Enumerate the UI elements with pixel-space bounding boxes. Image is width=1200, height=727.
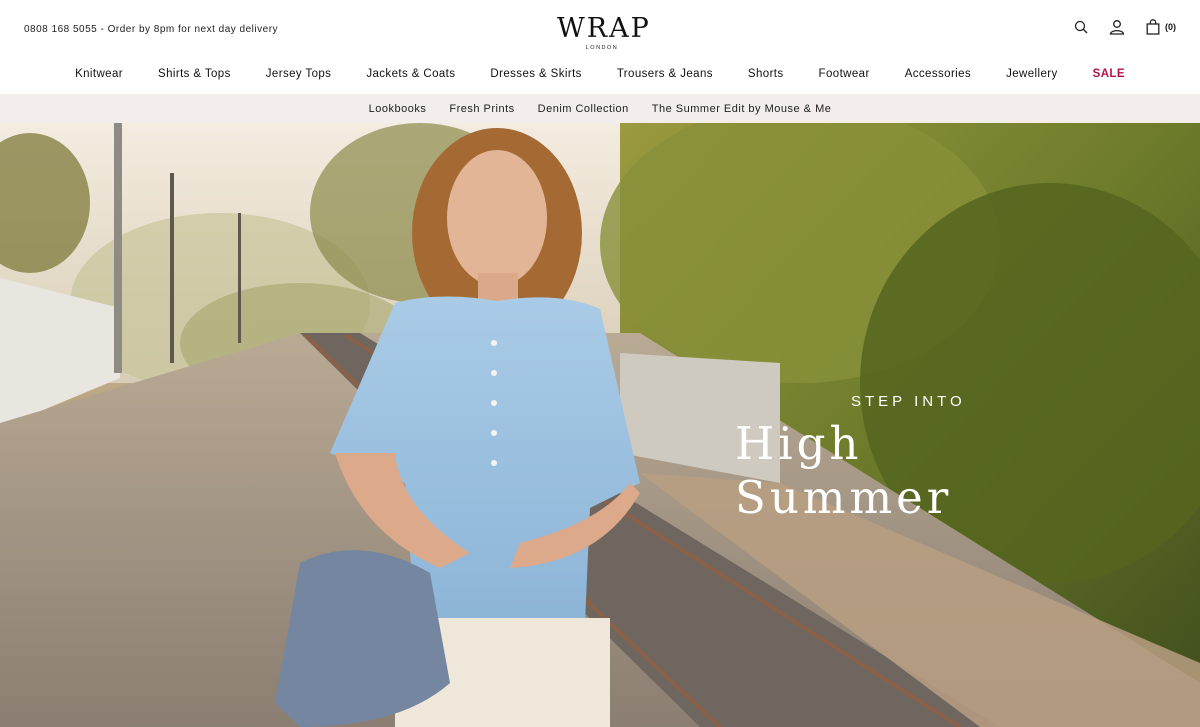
subnav-item-fresh-prints[interactable]: Fresh Prints	[449, 103, 514, 115]
nav-item-knitwear[interactable]: Knitwear	[58, 62, 141, 88]
nav-item-jackets-coats[interactable]: Jackets & Coats	[349, 62, 473, 88]
search-icon[interactable]	[1072, 18, 1090, 36]
main-navigation: Knitwear Shirts & Tops Jersey Tops Jacke…	[0, 62, 1200, 88]
promo-text: 0808 168 5055 - Order by 8pm for next da…	[24, 24, 279, 35]
nav-item-jewellery[interactable]: Jewellery	[989, 62, 1076, 88]
nav-item-shirts-tops[interactable]: Shirts & Tops	[141, 62, 249, 88]
bag-icon	[1144, 18, 1162, 36]
hero-text: STEP INTO High Summer	[735, 393, 1095, 525]
logo-subtitle: LONDON	[585, 45, 619, 51]
subnav-item-summer-edit[interactable]: The Summer Edit by Mouse & Me	[652, 103, 832, 115]
nav-item-footwear[interactable]: Footwear	[801, 62, 887, 88]
nav-item-jersey-tops[interactable]: Jersey Tops	[248, 62, 349, 88]
hero-banner[interactable]: STEP INTO High Summer	[0, 123, 1200, 727]
sub-navigation: Lookbooks Fresh Prints Denim Collection …	[0, 94, 1200, 123]
bag-count: (0)	[1165, 22, 1176, 32]
nav-item-trousers-jeans[interactable]: Trousers & Jeans	[599, 62, 730, 88]
hero-title: High Summer	[735, 417, 953, 524]
subnav-item-denim-collection[interactable]: Denim Collection	[538, 103, 629, 115]
nav-item-accessories[interactable]: Accessories	[887, 62, 988, 88]
nav-item-sale[interactable]: SALE	[1075, 62, 1142, 88]
bag-button[interactable]: (0)	[1144, 18, 1176, 36]
logo-wordmark: WRAP	[557, 13, 651, 44]
site-header: 0808 168 5055 - Order by 8pm for next da…	[0, 0, 1200, 58]
hero-eyebrow: STEP INTO	[851, 393, 966, 410]
account-icon[interactable]	[1108, 18, 1126, 36]
header-icons: (0)	[1072, 18, 1176, 36]
nav-item-shorts[interactable]: Shorts	[730, 62, 801, 88]
subnav-item-lookbooks[interactable]: Lookbooks	[369, 103, 427, 115]
nav-item-dresses-skirts[interactable]: Dresses & Skirts	[473, 62, 599, 88]
site-logo[interactable]: WRAP LONDON	[557, 13, 651, 52]
